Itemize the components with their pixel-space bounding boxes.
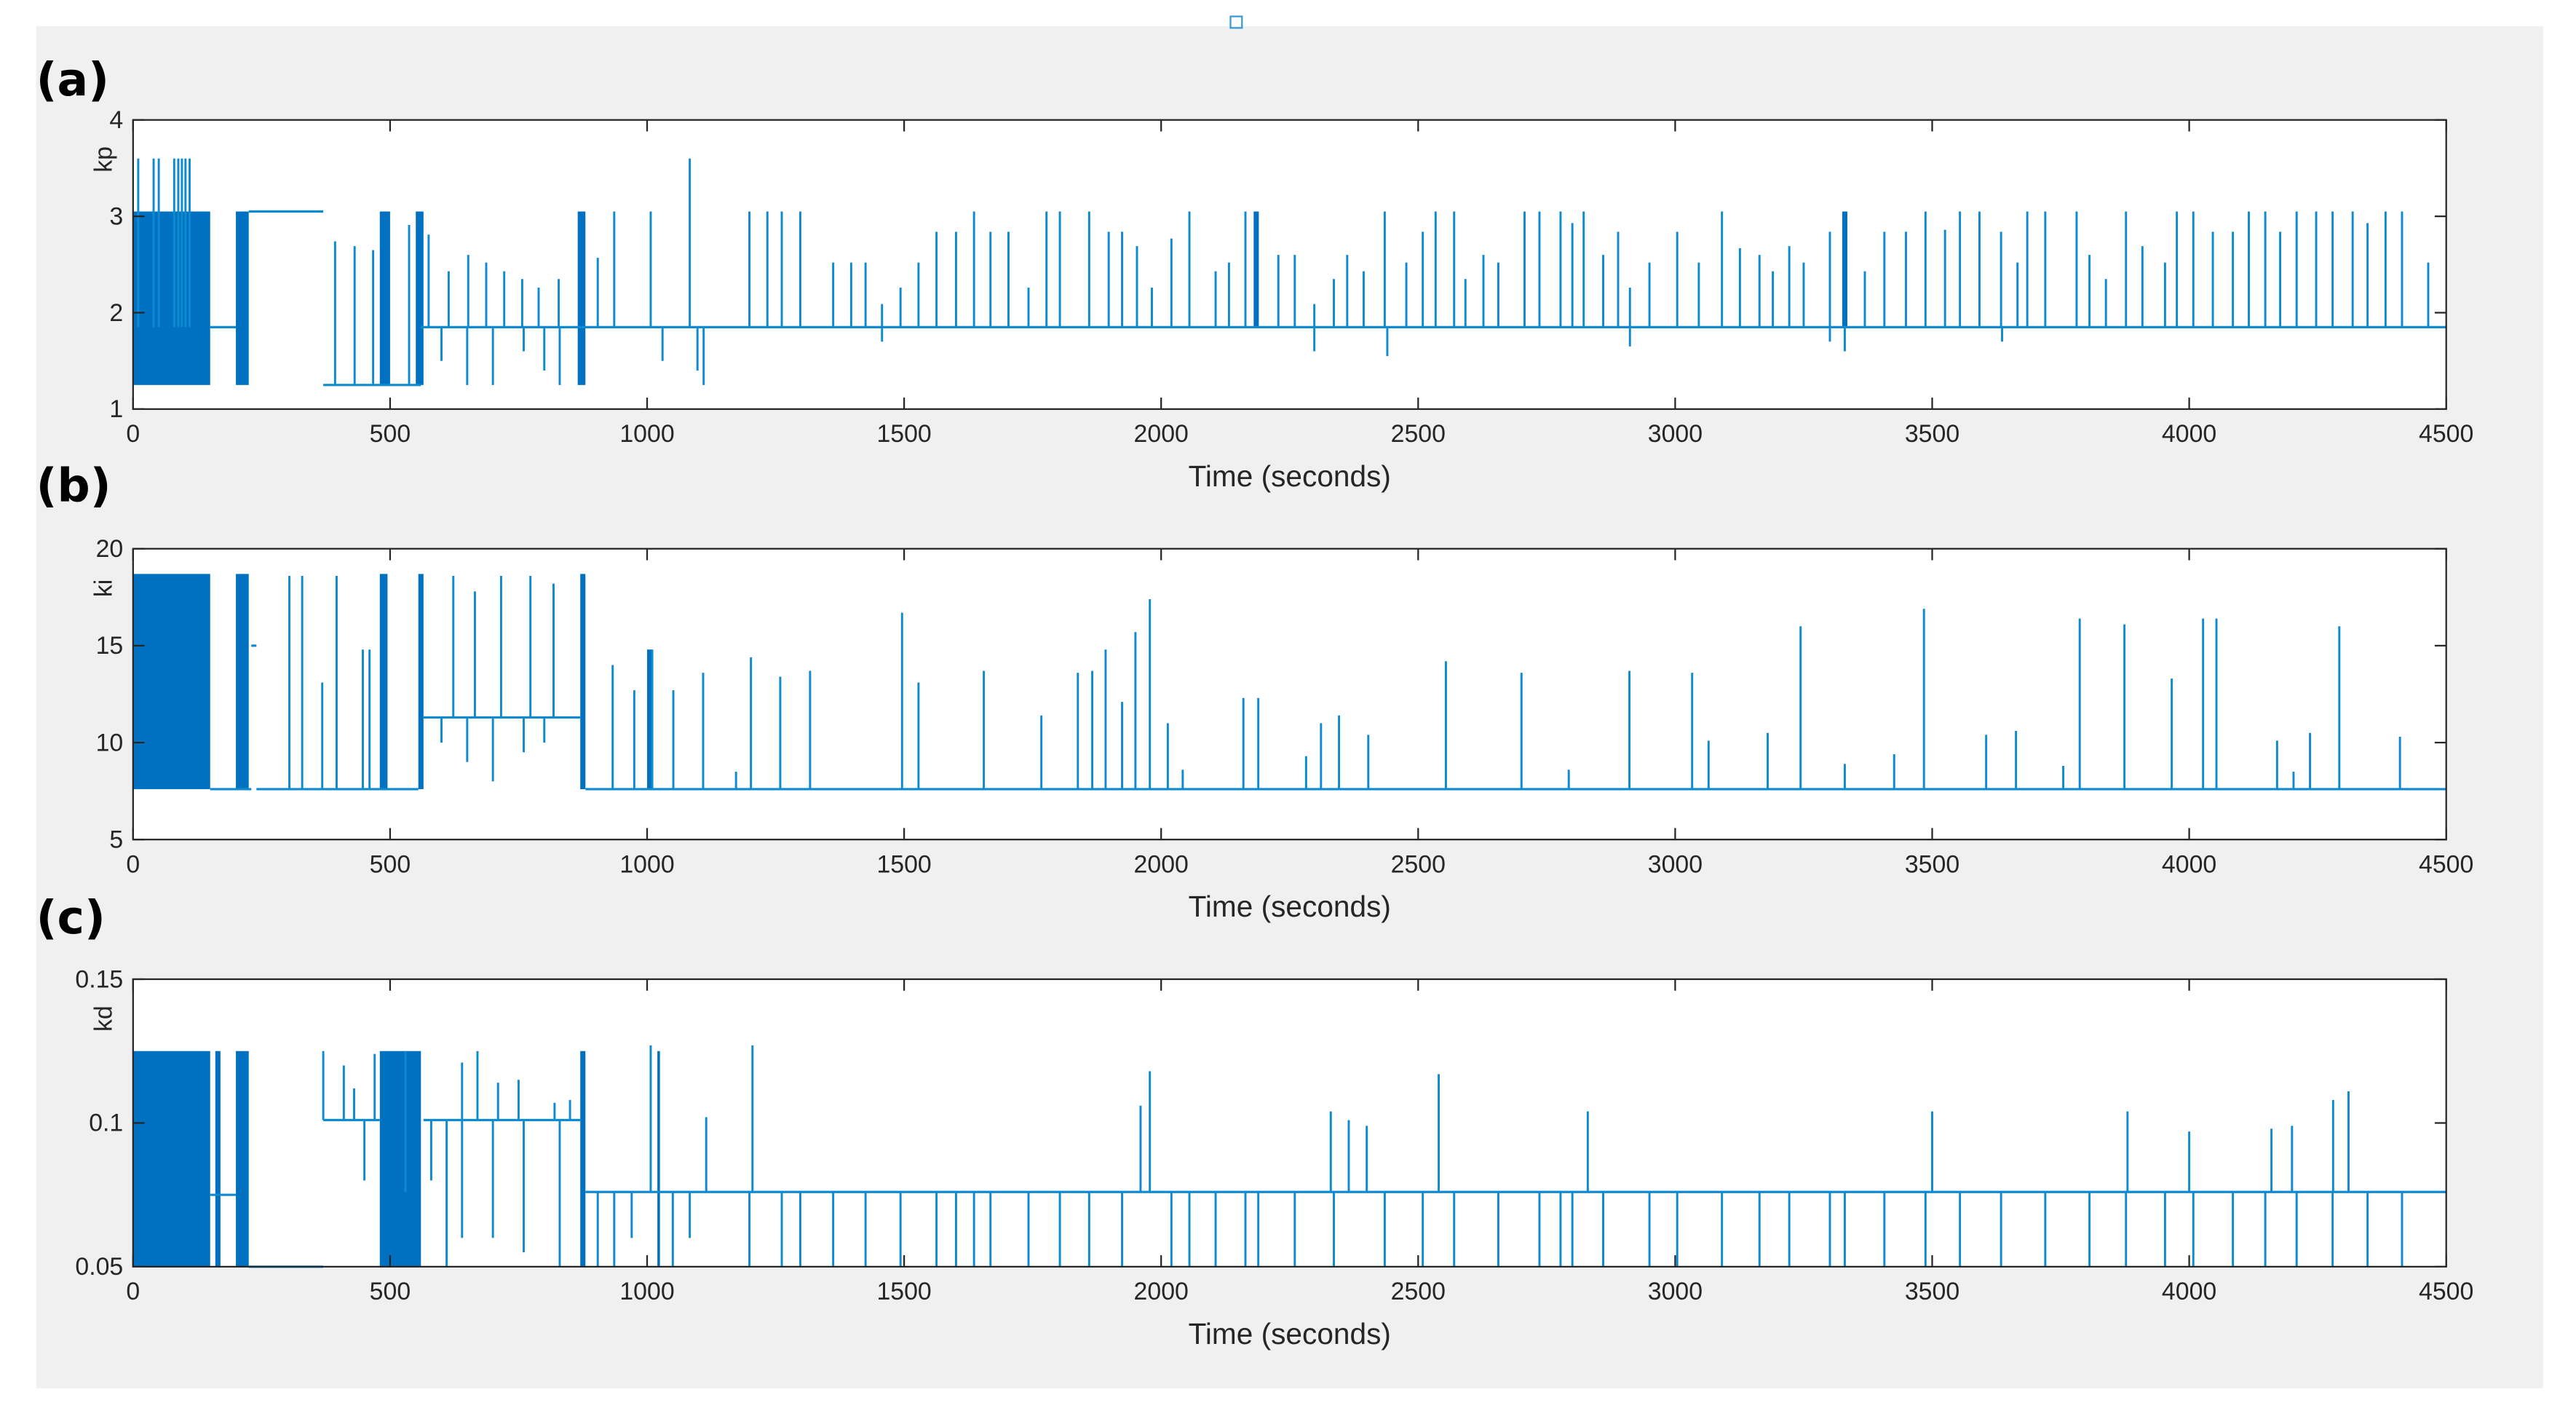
x-tick-label: 4000 xyxy=(2162,850,2216,878)
x-axis-label: Time (seconds) xyxy=(1189,459,1391,493)
y-tick-label: 0.1 xyxy=(89,1110,123,1137)
y-tick-label: 5 xyxy=(109,826,123,853)
window-marker-icon xyxy=(1229,15,1243,29)
dense-oscillation-band xyxy=(236,574,249,789)
dense-oscillation-band xyxy=(657,1051,660,1267)
dense-oscillation-band xyxy=(379,574,388,789)
x-tick-label: 500 xyxy=(370,420,411,448)
x-tick-label: 1500 xyxy=(876,850,931,878)
x-tick-label: 3500 xyxy=(1905,420,1959,448)
x-tick-label: 2000 xyxy=(1134,850,1189,878)
plot-area xyxy=(132,548,2446,840)
x-axis-label: Time (seconds) xyxy=(1189,890,1391,923)
dense-oscillation-band xyxy=(580,1051,586,1267)
y-axis-label: kp xyxy=(90,146,117,173)
x-tick-label: 0 xyxy=(126,1278,140,1305)
x-tick-label: 3000 xyxy=(1648,420,1703,448)
dense-oscillation-band xyxy=(379,1051,421,1267)
y-axis-label: kd xyxy=(90,1005,117,1032)
x-tick-label: 3000 xyxy=(1648,1278,1703,1305)
x-tick-label: 1500 xyxy=(876,1278,931,1305)
dense-oscillation-band xyxy=(1253,211,1259,328)
y-tick-label: 2 xyxy=(109,299,123,327)
y-tick-label: 3 xyxy=(109,202,123,230)
x-tick-label: 4500 xyxy=(2419,850,2473,878)
x-tick-label: 4000 xyxy=(2162,1278,2216,1305)
dense-oscillation-band xyxy=(577,211,586,385)
x-tick-label: 3500 xyxy=(1905,1278,1959,1305)
x-tick-label: 2500 xyxy=(1391,850,1446,878)
dense-oscillation-band xyxy=(379,211,390,385)
y-axis-label: ki xyxy=(90,580,117,597)
dense-oscillation-band xyxy=(132,1051,210,1267)
dense-oscillation-band xyxy=(132,211,210,385)
y-tick-label: 1 xyxy=(109,395,123,423)
x-tick-label: 500 xyxy=(370,850,411,878)
x-tick-label: 1000 xyxy=(619,1278,674,1305)
dense-oscillation-band xyxy=(215,1051,221,1267)
plot-area xyxy=(132,978,2446,1267)
dense-oscillation-band xyxy=(236,211,249,385)
y-tick-label: 20 xyxy=(96,535,124,563)
panel-label: (a) xyxy=(36,52,109,106)
x-tick-label: 1000 xyxy=(619,850,674,878)
x-tick-label: 1500 xyxy=(876,420,931,448)
x-tick-label: 0 xyxy=(126,850,140,878)
dense-oscillation-band xyxy=(236,1051,249,1267)
x-tick-label: 3000 xyxy=(1648,850,1703,878)
x-tick-label: 4500 xyxy=(2419,1278,2473,1305)
panel-label: (b) xyxy=(36,458,111,512)
dense-oscillation-band xyxy=(1842,211,1847,328)
x-tick-label: 2000 xyxy=(1134,1278,1189,1305)
x-tick-label: 3500 xyxy=(1905,850,1959,878)
x-tick-label: 2500 xyxy=(1391,420,1446,448)
panel-label: (c) xyxy=(36,890,106,944)
y-tick-label: 4 xyxy=(109,106,123,134)
x-tick-label: 4000 xyxy=(2162,420,2216,448)
x-tick-label: 2000 xyxy=(1134,420,1189,448)
figure: 0 500 1000 1500 2000 2500 3000 3500 4000 45001234… xyxy=(36,15,2543,1388)
x-tick-label: 500 xyxy=(370,1278,411,1305)
y-tick-label: 0.05 xyxy=(75,1253,123,1281)
plot-area xyxy=(132,119,2446,409)
x-tick-label: 4500 xyxy=(2419,420,2473,448)
y-tick-label: 0.15 xyxy=(75,965,123,993)
dense-oscillation-band xyxy=(418,574,424,789)
x-tick-label: 0 xyxy=(126,420,140,448)
dense-oscillation-band xyxy=(132,574,210,789)
y-tick-label: 10 xyxy=(96,729,124,756)
x-axis-label: Time (seconds) xyxy=(1189,1317,1391,1350)
dense-oscillation-band xyxy=(580,574,586,789)
x-tick-label: 2500 xyxy=(1391,1278,1446,1305)
dense-oscillation-band xyxy=(416,211,424,385)
y-tick-label: 15 xyxy=(96,632,124,660)
x-tick-label: 1000 xyxy=(619,420,674,448)
